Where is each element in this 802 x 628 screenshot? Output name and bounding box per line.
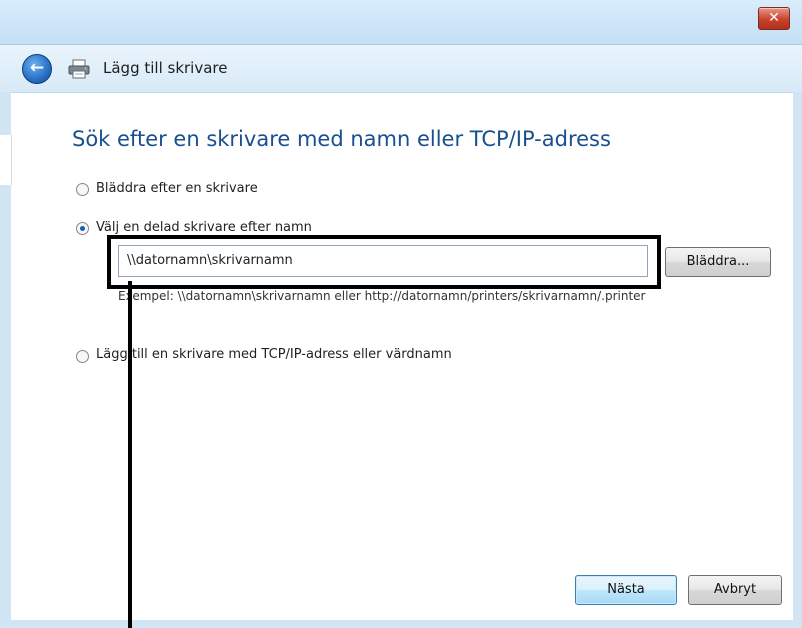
back-arrow-icon[interactable]: ← bbox=[22, 54, 52, 84]
callout-highlight-frame bbox=[107, 235, 661, 289]
close-button[interactable]: ✕ bbox=[758, 7, 790, 30]
window-titlebar bbox=[0, 0, 802, 45]
window-right-border bbox=[793, 92, 802, 628]
example-hint: Exempel: \\datornamn\skrivarnamn eller h… bbox=[118, 289, 646, 303]
window-bottom-border bbox=[0, 620, 802, 628]
radio-browse-printer-label[interactable]: Bläddra efter en skrivare bbox=[96, 181, 258, 196]
wizard-title: Lägg till skrivare bbox=[103, 59, 228, 77]
callout-pointer-line bbox=[128, 281, 132, 628]
radio-tcpip-address[interactable] bbox=[76, 350, 89, 363]
browse-button[interactable]: Bläddra... bbox=[665, 247, 771, 277]
radio-shared-printer-name-label[interactable]: Välj en delad skrivare efter namn bbox=[96, 220, 312, 235]
radio-tcpip-address-label[interactable]: Lägg till en skrivare med TCP/IP-adress … bbox=[96, 347, 452, 362]
cancel-button[interactable]: Avbryt bbox=[688, 575, 782, 605]
radio-browse-printer[interactable] bbox=[76, 183, 89, 196]
next-button[interactable]: Nästa bbox=[575, 575, 677, 605]
window-left-notch bbox=[0, 135, 12, 185]
printer-icon bbox=[68, 59, 90, 79]
page-heading: Sök efter en skrivare med namn eller TCP… bbox=[72, 127, 611, 151]
radio-shared-printer-name[interactable] bbox=[76, 222, 89, 235]
